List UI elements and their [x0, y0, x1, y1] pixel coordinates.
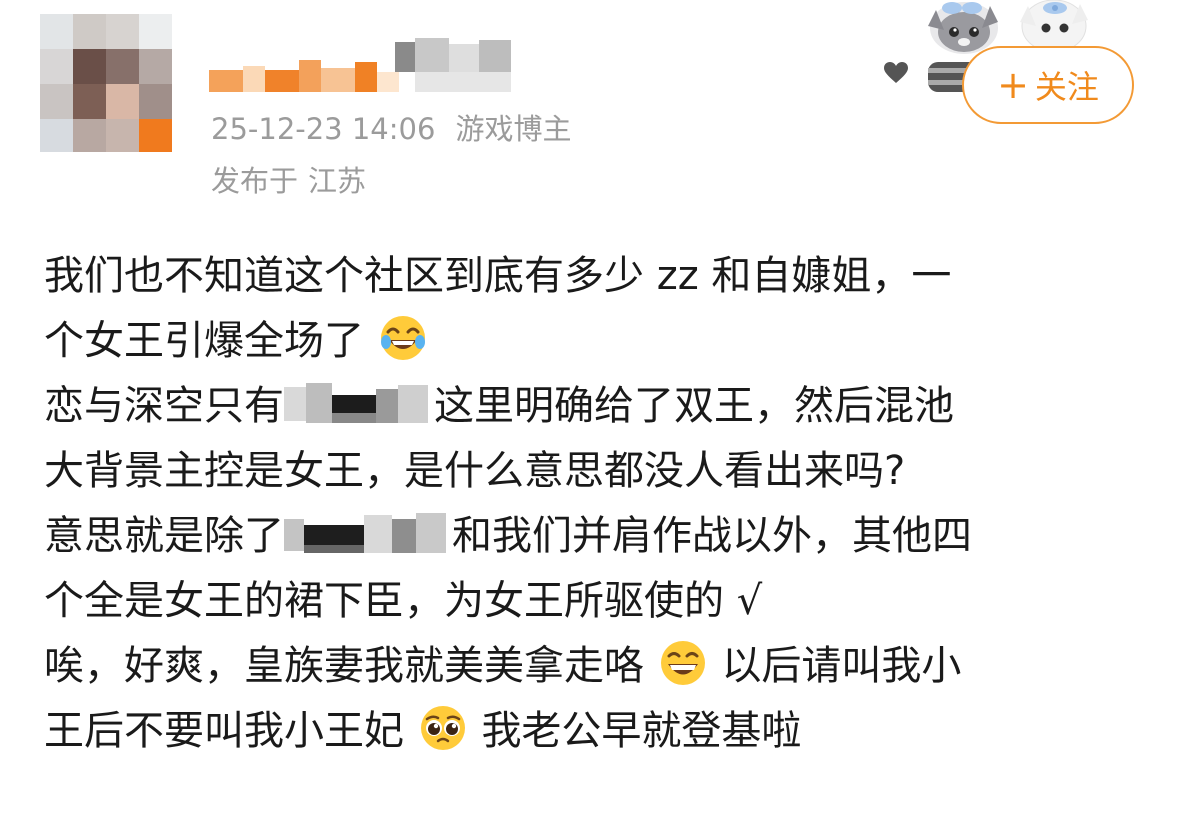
location-name: 江苏 — [308, 164, 367, 198]
post-line: 意思就是除了 和我们并肩作战以外，其他四 — [44, 504, 1154, 569]
post-text-segment: 我们也不知道这个社区到底有多少 zz 和自嫝姐，一 — [44, 253, 952, 299]
avatar[interactable] — [40, 14, 172, 152]
pleading-face-icon — [420, 706, 465, 750]
redacted-text — [284, 381, 434, 425]
plus-icon: + — [997, 63, 1029, 107]
author-role: 游戏博主 — [455, 112, 572, 146]
post-text-segment: 大背景主控是女王，是什么意思都没人看出来吗? — [44, 448, 906, 494]
post-text-segment: 个全是女王的裙下臣，为女王所驱使的 √ — [44, 578, 763, 624]
post-line: 个全是女王的裙下臣，为女王所驱使的 √ — [44, 569, 1154, 634]
post-line: 王后不要叫我小王妃 我老公早就登基啦 — [44, 699, 1154, 764]
post-text-segment: 唉，好爽，皇族妻我就美美拿走咯 — [44, 643, 644, 689]
post-meta: 25-12-23 14:06 游戏博主 — [211, 108, 571, 150]
post-text-segment: 恋与深空只有 — [44, 383, 284, 429]
face-with-tears-of-joy-icon — [380, 316, 425, 360]
post-line: 我们也不知道这个社区到底有多少 zz 和自嫝姐，一 — [44, 244, 1154, 309]
grinning-face-icon — [660, 641, 705, 685]
post-text-segment: 以后请叫我小 — [721, 643, 962, 689]
post-text-segment: 王后不要叫我小王妃 — [44, 708, 404, 754]
username[interactable] — [209, 30, 519, 94]
post-text-segment: 意思就是除了 — [44, 513, 284, 559]
post-location: 发布于 江苏 — [211, 160, 366, 202]
post-text-segment: 我老公早就登基啦 — [481, 708, 802, 754]
post-line: 唉，好爽，皇族妻我就美美拿走咯 以后请叫我小 — [44, 634, 1154, 699]
redacted-text — [284, 511, 452, 555]
location-prefix: 发布于 — [211, 164, 299, 198]
post-line: 恋与深空只有 这里明确给了双王，然后混池 — [44, 374, 1154, 439]
post-text: 我们也不知道这个社区到底有多少 zz 和自嫝姐，一 个女王引爆全场了 恋与深空只… — [44, 244, 1154, 764]
post-text-segment: 和我们并肩作战以外，其他四 — [452, 513, 972, 559]
follow-label: 关注 — [1034, 68, 1099, 106]
heart-icon — [884, 62, 908, 83]
post-text-segment: 个女王引爆全场了 — [44, 318, 364, 364]
post-timestamp: 25-12-23 14:06 — [211, 112, 436, 146]
follow-button[interactable]: + 关注 — [962, 46, 1134, 124]
post-line: 个女王引爆全场了 — [44, 309, 1154, 374]
post-text-segment: 这里明确给了双王，然后混池 — [434, 383, 954, 429]
post-line: 大背景主控是女王，是什么意思都没人看出来吗? — [44, 439, 1154, 504]
